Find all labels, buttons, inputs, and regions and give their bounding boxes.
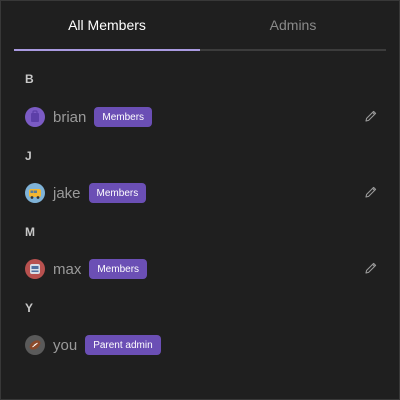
member-row-jake[interactable]: jake Members [14, 178, 386, 208]
member-name: brian [53, 108, 87, 126]
member-name: jake [53, 184, 81, 202]
role-badge: Members [94, 107, 153, 127]
pencil-icon[interactable] [364, 185, 378, 199]
group-header-m: M [25, 225, 35, 239]
role-badge: Members [89, 259, 148, 279]
pencil-icon[interactable] [364, 261, 378, 275]
member-name: you [53, 336, 78, 354]
football-avatar-icon [25, 335, 45, 355]
member-name: max [53, 260, 82, 278]
member-row-brian[interactable]: brian Members [14, 102, 386, 132]
active-tab-indicator [14, 49, 200, 51]
purple-bag-avatar-icon [25, 107, 45, 127]
tram-avatar-icon [25, 259, 45, 279]
member-row-you[interactable]: you Parent admin [14, 330, 386, 360]
group-header-b: B [25, 72, 34, 86]
tab-all-members[interactable]: All Members [14, 1, 200, 49]
members-panel: All Members Admins B brian Members J jak… [0, 0, 400, 400]
group-header-y: Y [25, 301, 34, 315]
role-badge: Members [88, 183, 147, 203]
school-bus-avatar-icon [25, 183, 45, 203]
group-header-j: J [25, 149, 32, 163]
tab-bar: All Members Admins [14, 1, 386, 51]
member-row-max[interactable]: max Members [14, 254, 386, 284]
role-badge: Parent admin [85, 335, 161, 355]
tab-admins[interactable]: Admins [200, 1, 386, 49]
pencil-icon[interactable] [364, 109, 378, 123]
